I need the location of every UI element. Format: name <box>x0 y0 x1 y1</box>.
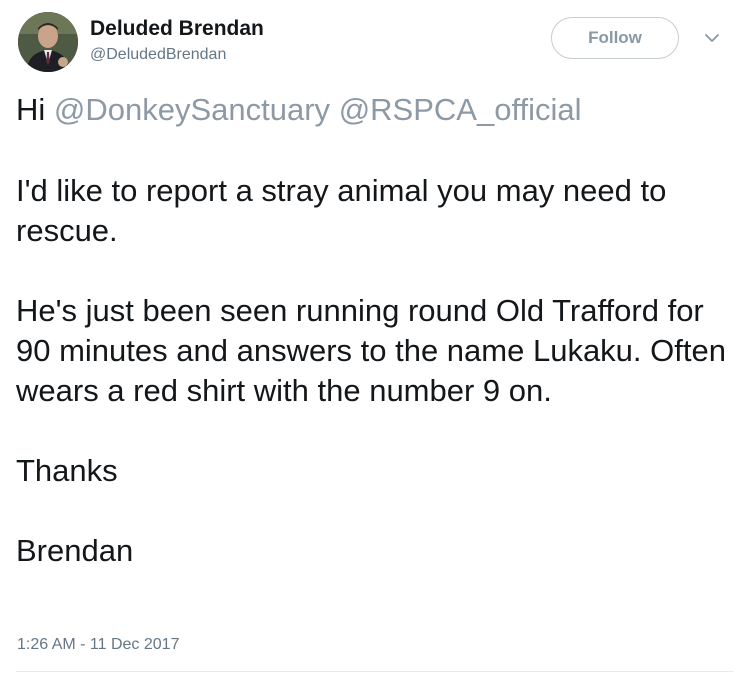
tweet-paragraph: Brendan <box>16 533 134 568</box>
greeting-line: Hi @DonkeySanctuary @RSPCA_official <box>16 90 736 130</box>
tweet-paragraph: I'd like to report a stray animal you ma… <box>16 173 667 248</box>
mention-link[interactable]: @DonkeySanctuary <box>54 92 330 127</box>
avatar[interactable] <box>18 12 78 72</box>
display-name[interactable]: Deluded Brendan <box>90 16 264 42</box>
divider <box>16 671 734 672</box>
user-handle[interactable]: @DeludedBrendan <box>90 44 264 66</box>
mention-link[interactable]: @RSPCA_official <box>339 92 582 127</box>
tweet-paragraph: He's just been seen running round Old Tr… <box>16 293 726 408</box>
tweet-card: Deluded Brendan @DeludedBrendan Follow H… <box>0 0 750 674</box>
follow-button[interactable]: Follow <box>551 17 679 59</box>
chevron-down-icon[interactable] <box>702 28 722 48</box>
avatar-image <box>18 12 78 72</box>
user-names: Deluded Brendan @DeludedBrendan <box>90 16 264 66</box>
tweet-timestamp[interactable]: 1:26 AM - 11 Dec 2017 <box>17 635 179 655</box>
tweet-header: Deluded Brendan @DeludedBrendan Follow <box>18 12 732 76</box>
tweet-paragraph: Thanks <box>16 453 118 488</box>
tweet-text: Hi @DonkeySanctuary @RSPCA_official I'd … <box>16 90 736 611</box>
greeting: Hi <box>16 92 46 127</box>
